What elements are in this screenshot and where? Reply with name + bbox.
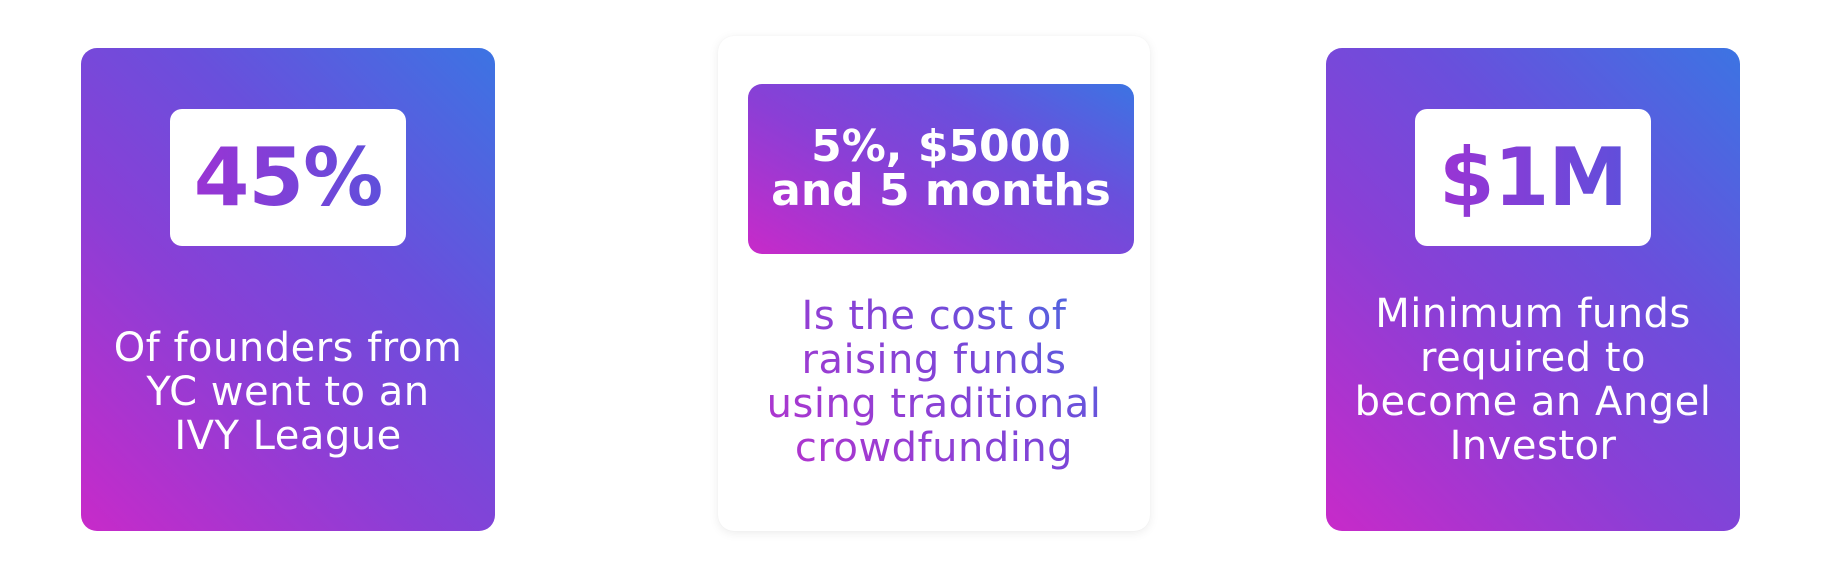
stat-value-box: $1M [1415, 109, 1651, 246]
stat-description: Of founders from YC went to an IVY Leagu… [81, 326, 495, 458]
description-line: Minimum funds [1375, 291, 1691, 337]
description-line: IVY League [174, 413, 402, 459]
stat-banner: 5%, $5000 and 5 months [748, 84, 1134, 254]
stat-card-ivy-league: 45% Of founders from YC went to an IVY L… [81, 48, 495, 531]
description-line: YC went to an [146, 369, 430, 415]
stat-card-crowdfunding-cost: 5%, $5000 and 5 months Is the cost of ra… [718, 36, 1150, 531]
stat-description: Minimum funds required to become an Ange… [1326, 292, 1740, 468]
description-line: raising funds [801, 337, 1067, 383]
stats-section: 45% Of founders from YC went to an IVY L… [0, 0, 1826, 580]
stat-card-angel-investor: $1M Minimum funds required to become an … [1326, 48, 1740, 531]
description-line: Is the cost of [801, 293, 1067, 339]
stat-value-box: 45% [170, 109, 406, 246]
stat-value: 5%, $5000 and 5 months [771, 125, 1111, 213]
description-line: Of founders from [113, 325, 463, 371]
description-line: Investor [1449, 423, 1617, 469]
banner-line: and 5 months [771, 165, 1111, 216]
banner-line: 5%, $5000 [811, 121, 1071, 172]
description-line: required to [1420, 335, 1646, 381]
stat-value: 45% [193, 130, 383, 224]
description-line: using traditional [766, 381, 1102, 427]
description-line: become an Angel [1354, 379, 1712, 425]
stat-description: Is the cost of raising funds using tradi… [718, 294, 1150, 470]
stat-value: $1M [1439, 130, 1628, 224]
description-line: crowdfunding [794, 425, 1074, 471]
